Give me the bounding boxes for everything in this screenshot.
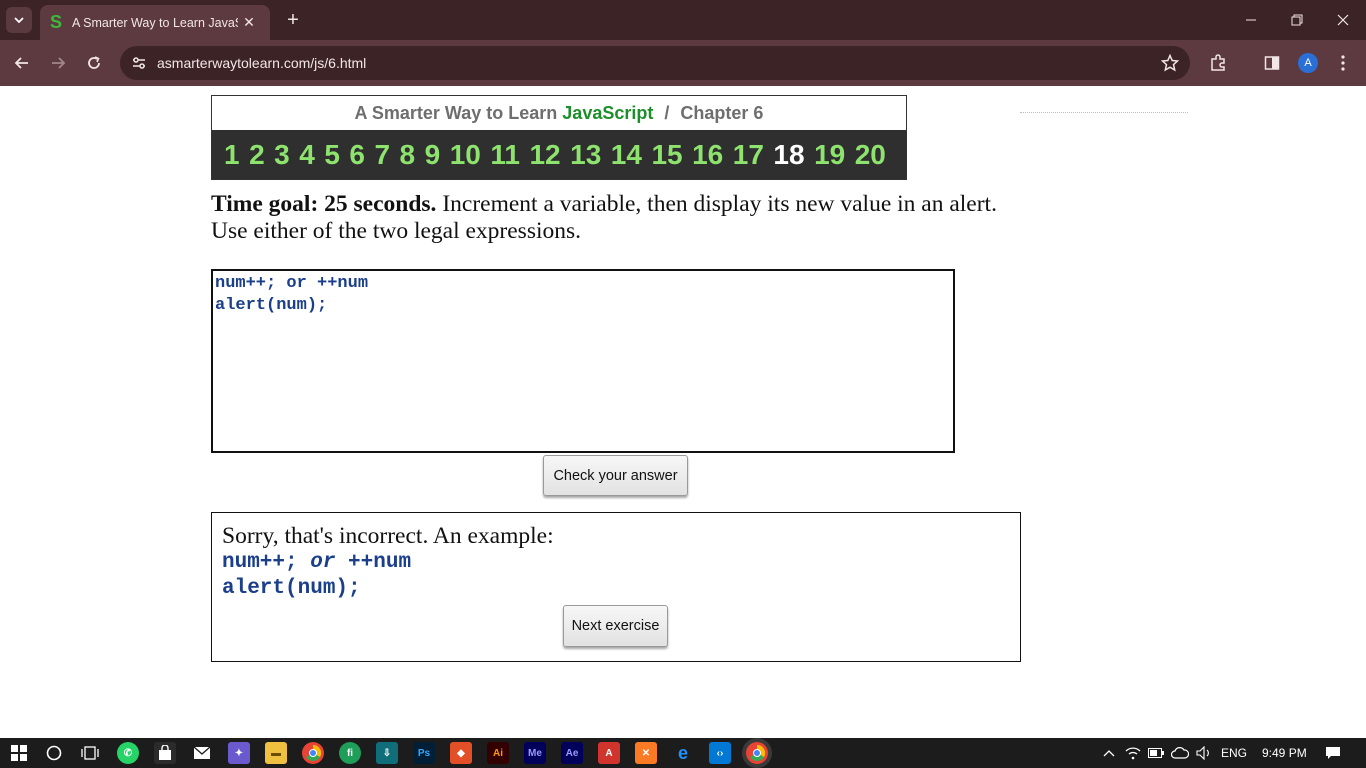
chapter-link[interactable]: 20 (855, 139, 886, 171)
notifications-icon[interactable] (1322, 742, 1344, 764)
browser-tab-bar: S A Smarter Way to Learn JavaScript ✕ + (0, 0, 1366, 40)
example-increment-postfix: num++; (222, 551, 311, 574)
chapter-link[interactable]: 14 (611, 139, 642, 171)
tray-chevron-up-icon[interactable] (1098, 742, 1120, 764)
search-circle-icon[interactable] (43, 742, 65, 764)
restore-window-icon[interactable] (1274, 0, 1320, 40)
profile-avatar[interactable]: A (1298, 53, 1318, 73)
chapter-link[interactable]: 3 (274, 139, 290, 171)
example-increment-prefix: ++num (335, 551, 412, 574)
chapter-link[interactable]: 8 (400, 139, 416, 171)
course-title: A Smarter Way to Learn JavaScript / Chap… (212, 96, 906, 130)
next-exercise-button[interactable]: Next exercise (563, 605, 668, 647)
code-input-area[interactable] (211, 269, 955, 453)
git-app-icon[interactable]: ◆ (450, 742, 472, 764)
xampp-icon[interactable]: ✕ (635, 742, 657, 764)
mail-envelope-icon[interactable] (191, 742, 213, 764)
close-tab-icon[interactable]: ✕ (240, 14, 258, 32)
chapter-link[interactable]: 19 (814, 139, 845, 171)
chapter-link[interactable]: 17 (733, 139, 764, 171)
cloud-icon[interactable] (1169, 742, 1191, 764)
battery-icon[interactable] (1145, 742, 1167, 764)
chapter-link[interactable]: 16 (692, 139, 723, 171)
title-separator: / (664, 103, 670, 123)
chapter-link[interactable]: 13 (570, 139, 601, 171)
task-view-icon[interactable] (79, 742, 101, 764)
example-code-line-1: num++; or ++num (222, 551, 411, 574)
side-panel-icon[interactable] (1260, 51, 1284, 75)
exercise-instructions: Time goal: 25 seconds. Increment a varia… (211, 191, 1011, 245)
media-encoder-icon[interactable]: Me (524, 742, 546, 764)
chapter-link[interactable]: 5 (324, 139, 340, 171)
installer-app-icon[interactable]: ⇩ (376, 742, 398, 764)
chapter-link[interactable]: 9 (425, 139, 441, 171)
bookmark-star-icon[interactable] (1160, 53, 1180, 73)
clock-time[interactable]: 9:49 PM (1262, 746, 1307, 760)
chapter-label: Chapter 6 (680, 103, 764, 123)
title-prefix: A Smarter Way to Learn (354, 103, 558, 123)
close-window-icon[interactable] (1320, 0, 1366, 40)
after-effects-icon[interactable]: Ae (561, 742, 583, 764)
chapter-link[interactable]: 10 (450, 139, 481, 171)
photoshop-icon[interactable]: Ps (413, 742, 435, 764)
windows-taskbar: ✆ ✦ ▬ fi ⇩ Ps ◆ Ai Me Ae A ✕ e ‹› ENG 9:… (0, 738, 1366, 768)
chapter-link[interactable]: 11 (490, 139, 520, 171)
chapter-link[interactable]: 7 (374, 139, 390, 171)
game-app-icon[interactable]: ✦ (228, 742, 250, 764)
url-text[interactable]: asmarterwaytolearn.com/js/6.html (157, 55, 366, 71)
file-explorer-folder-icon[interactable]: ▬ (265, 742, 287, 764)
feedback-panel: Sorry, that's incorrect. An example: num… (211, 512, 1021, 662)
chrome-browser-icon[interactable] (302, 742, 324, 764)
browser-menu-kebab-icon[interactable] (1331, 51, 1355, 75)
browser-tab-active[interactable]: S A Smarter Way to Learn JavaScript ✕ (40, 5, 270, 40)
minimize-window-icon[interactable] (1228, 0, 1274, 40)
chapter-link[interactable]: 1 (224, 139, 240, 171)
chapter-link[interactable]: 6 (349, 139, 365, 171)
chapter-link[interactable]: 15 (651, 139, 682, 171)
volume-speaker-icon[interactable] (1193, 742, 1215, 764)
chrome-active-icon[interactable] (746, 742, 768, 764)
tab-title: A Smarter Way to Learn JavaScript (72, 15, 238, 30)
whatsapp-icon[interactable]: ✆ (117, 742, 139, 764)
illustrator-icon[interactable]: Ai (487, 742, 509, 764)
forward-arrow-icon[interactable] (45, 50, 71, 76)
example-code-line-2: alert(num); (222, 577, 361, 600)
back-arrow-icon[interactable] (9, 50, 35, 76)
site-favicon-icon: S (49, 12, 62, 32)
browser-toolbar: asmarterwaytolearn.com/js/6.html A (0, 40, 1366, 86)
windows-start-icon[interactable] (8, 742, 30, 764)
course-header: A Smarter Way to Learn JavaScript / Chap… (211, 95, 907, 180)
check-answer-button[interactable]: Check your answer (543, 455, 688, 496)
address-bar[interactable]: asmarterwaytolearn.com/js/6.html (120, 46, 1190, 80)
vscode-icon[interactable]: ‹› (709, 742, 731, 764)
chapter-link[interactable]: 12 (529, 139, 560, 171)
site-settings-icon[interactable] (130, 54, 148, 72)
title-javascript[interactable]: JavaScript (562, 103, 653, 123)
store-bag-icon[interactable] (154, 742, 176, 764)
chapter-link[interactable]: 4 (299, 139, 315, 171)
acrobat-icon[interactable]: A (598, 742, 620, 764)
new-tab-plus-icon[interactable]: + (282, 9, 304, 31)
chapter-navigation: 1 2 3 4 5 6 7 8 9 10 11 12 13 14 15 16 17 18 19 20 (212, 130, 906, 179)
input-language[interactable]: ENG (1221, 746, 1247, 760)
chapter-link[interactable]: 2 (249, 139, 265, 171)
example-or: or (310, 551, 336, 574)
time-goal: Time goal: 25 seconds. (211, 191, 437, 217)
tab-search-chevron-icon[interactable] (6, 7, 32, 33)
fiverr-icon[interactable]: fi (339, 742, 361, 764)
wifi-icon[interactable] (1122, 742, 1144, 764)
reload-icon[interactable] (81, 50, 107, 76)
decorative-dotted-line (1020, 112, 1188, 113)
extensions-puzzle-icon[interactable] (1206, 51, 1230, 75)
edge-browser-icon[interactable]: e (672, 742, 694, 764)
feedback-message: Sorry, that's incorrect. An example: (222, 523, 554, 549)
chapter-link[interactable]: 18 (773, 139, 804, 171)
